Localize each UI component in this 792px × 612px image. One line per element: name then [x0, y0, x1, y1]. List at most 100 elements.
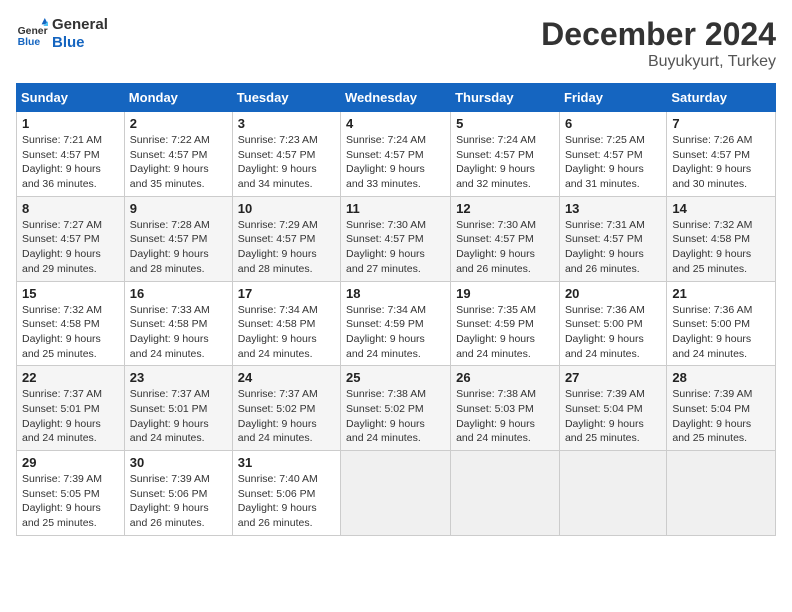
day-info: Sunrise: 7:37 AMSunset: 5:02 PMDaylight:… — [238, 387, 335, 446]
col-header-saturday: Saturday — [667, 84, 776, 112]
day-info: Sunrise: 7:23 AMSunset: 4:57 PMDaylight:… — [238, 133, 335, 192]
svg-text:Blue: Blue — [18, 37, 41, 48]
day-number: 27 — [565, 370, 661, 385]
day-info: Sunrise: 7:29 AMSunset: 4:57 PMDaylight:… — [238, 218, 335, 277]
day-cell: 18 Sunrise: 7:34 AMSunset: 4:59 PMDayligh… — [341, 281, 451, 366]
day-cell: 6 Sunrise: 7:25 AMSunset: 4:57 PMDaylight… — [559, 112, 666, 197]
day-cell — [667, 451, 776, 536]
day-cell: 15 Sunrise: 7:32 AMSunset: 4:58 PMDayligh… — [17, 281, 125, 366]
col-header-wednesday: Wednesday — [341, 84, 451, 112]
day-number: 28 — [672, 370, 770, 385]
day-info: Sunrise: 7:38 AMSunset: 5:02 PMDaylight:… — [346, 387, 445, 446]
day-info: Sunrise: 7:37 AMSunset: 5:01 PMDaylight:… — [130, 387, 227, 446]
day-number: 24 — [238, 370, 335, 385]
day-cell: 4 Sunrise: 7:24 AMSunset: 4:57 PMDaylight… — [341, 112, 451, 197]
day-info: Sunrise: 7:37 AMSunset: 5:01 PMDaylight:… — [22, 387, 119, 446]
logo-icon: General Blue — [16, 18, 48, 50]
day-number: 14 — [672, 201, 770, 216]
day-number: 13 — [565, 201, 661, 216]
day-cell: 17 Sunrise: 7:34 AMSunset: 4:58 PMDayligh… — [232, 281, 340, 366]
day-cell: 31 Sunrise: 7:40 AMSunset: 5:06 PMDayligh… — [232, 451, 340, 536]
day-info: Sunrise: 7:33 AMSunset: 4:58 PMDaylight:… — [130, 303, 227, 362]
day-number: 18 — [346, 286, 445, 301]
col-header-tuesday: Tuesday — [232, 84, 340, 112]
day-cell: 26 Sunrise: 7:38 AMSunset: 5:03 PMDayligh… — [451, 366, 560, 451]
day-info: Sunrise: 7:32 AMSunset: 4:58 PMDaylight:… — [22, 303, 119, 362]
day-cell: 16 Sunrise: 7:33 AMSunset: 4:58 PMDayligh… — [124, 281, 232, 366]
day-info: Sunrise: 7:25 AMSunset: 4:57 PMDaylight:… — [565, 133, 661, 192]
day-number: 19 — [456, 286, 554, 301]
day-cell: 8Sunrise: 7:27 AMSunset: 4:57 PMDaylight… — [17, 196, 125, 281]
day-info: Sunrise: 7:27 AMSunset: 4:57 PMDaylight:… — [22, 218, 119, 277]
day-number: 11 — [346, 201, 445, 216]
week-row: 29 Sunrise: 7:39 AMSunset: 5:05 PMDayligh… — [17, 451, 776, 536]
week-row: 15 Sunrise: 7:32 AMSunset: 4:58 PMDayligh… — [17, 281, 776, 366]
day-info: Sunrise: 7:31 AMSunset: 4:57 PMDaylight:… — [565, 218, 661, 277]
day-cell: 10 Sunrise: 7:29 AMSunset: 4:57 PMDayligh… — [232, 196, 340, 281]
logo-line1: General — [52, 16, 108, 34]
day-number: 2 — [130, 116, 227, 131]
day-cell: 20Sunrise: 7:36 AMSunset: 5:00 PMDayligh… — [559, 281, 666, 366]
day-cell: 7Sunrise: 7:26 AMSunset: 4:57 PMDaylight… — [667, 112, 776, 197]
logo-line2: Blue — [52, 34, 108, 52]
title-area: December 2024 Buyukyurt, Turkey — [541, 16, 776, 71]
day-cell: 1 Sunrise: 7:21 AMSunset: 4:57 PMDaylight… — [17, 112, 125, 197]
day-number: 6 — [565, 116, 661, 131]
svg-text:General: General — [18, 26, 48, 37]
day-info: Sunrise: 7:39 AMSunset: 5:04 PMDaylight:… — [672, 387, 770, 446]
day-cell: 23 Sunrise: 7:37 AMSunset: 5:01 PMDayligh… — [124, 366, 232, 451]
day-cell: 22 Sunrise: 7:37 AMSunset: 5:01 PMDayligh… — [17, 366, 125, 451]
day-cell: 14Sunrise: 7:32 AMSunset: 4:58 PMDayligh… — [667, 196, 776, 281]
day-info: Sunrise: 7:24 AMSunset: 4:57 PMDaylight:… — [346, 133, 445, 192]
day-info: Sunrise: 7:21 AMSunset: 4:57 PMDaylight:… — [22, 133, 119, 192]
day-number: 21 — [672, 286, 770, 301]
week-row: 22 Sunrise: 7:37 AMSunset: 5:01 PMDayligh… — [17, 366, 776, 451]
day-number: 22 — [22, 370, 119, 385]
day-number: 16 — [130, 286, 227, 301]
day-number: 5 — [456, 116, 554, 131]
col-header-monday: Monday — [124, 84, 232, 112]
day-info: Sunrise: 7:36 AMSunset: 5:00 PMDaylight:… — [565, 303, 661, 362]
logo: General Blue General Blue — [16, 16, 108, 52]
day-number: 4 — [346, 116, 445, 131]
day-info: Sunrise: 7:40 AMSunset: 5:06 PMDaylight:… — [238, 472, 335, 531]
day-cell — [341, 451, 451, 536]
day-number: 25 — [346, 370, 445, 385]
day-cell: 28 Sunrise: 7:39 AMSunset: 5:04 PMDayligh… — [667, 366, 776, 451]
main-title: December 2024 — [541, 16, 776, 53]
col-header-thursday: Thursday — [451, 84, 560, 112]
day-cell: 12Sunrise: 7:30 AMSunset: 4:57 PMDayligh… — [451, 196, 560, 281]
day-info: Sunrise: 7:34 AMSunset: 4:58 PMDaylight:… — [238, 303, 335, 362]
day-info: Sunrise: 7:35 AMSunset: 4:59 PMDaylight:… — [456, 303, 554, 362]
day-info: Sunrise: 7:39 AMSunset: 5:04 PMDaylight:… — [565, 387, 661, 446]
day-cell — [559, 451, 666, 536]
day-info: Sunrise: 7:39 AMSunset: 5:05 PMDaylight:… — [22, 472, 119, 531]
day-info: Sunrise: 7:38 AMSunset: 5:03 PMDaylight:… — [456, 387, 554, 446]
week-row: 1 Sunrise: 7:21 AMSunset: 4:57 PMDaylight… — [17, 112, 776, 197]
day-info: Sunrise: 7:36 AMSunset: 5:00 PMDaylight:… — [672, 303, 770, 362]
subtitle: Buyukyurt, Turkey — [541, 53, 776, 71]
day-cell: 21 Sunrise: 7:36 AMSunset: 5:00 PMDayligh… — [667, 281, 776, 366]
day-number: 29 — [22, 455, 119, 470]
day-number: 31 — [238, 455, 335, 470]
col-header-friday: Friday — [559, 84, 666, 112]
day-number: 26 — [456, 370, 554, 385]
day-number: 7 — [672, 116, 770, 131]
day-cell: 11Sunrise: 7:30 AMSunset: 4:57 PMDayligh… — [341, 196, 451, 281]
day-number: 17 — [238, 286, 335, 301]
day-number: 12 — [456, 201, 554, 216]
day-number: 1 — [22, 116, 119, 131]
day-cell: 25 Sunrise: 7:38 AMSunset: 5:02 PMDayligh… — [341, 366, 451, 451]
day-cell: 19 Sunrise: 7:35 AMSunset: 4:59 PMDayligh… — [451, 281, 560, 366]
day-info: Sunrise: 7:39 AMSunset: 5:06 PMDaylight:… — [130, 472, 227, 531]
day-number: 9 — [130, 201, 227, 216]
day-number: 10 — [238, 201, 335, 216]
day-cell: 5Sunrise: 7:24 AMSunset: 4:57 PMDaylight… — [451, 112, 560, 197]
day-info: Sunrise: 7:28 AMSunset: 4:57 PMDaylight:… — [130, 218, 227, 277]
day-number: 23 — [130, 370, 227, 385]
day-number: 15 — [22, 286, 119, 301]
day-info: Sunrise: 7:22 AMSunset: 4:57 PMDaylight:… — [130, 133, 227, 192]
day-info: Sunrise: 7:34 AMSunset: 4:59 PMDaylight:… — [346, 303, 445, 362]
week-row: 8Sunrise: 7:27 AMSunset: 4:57 PMDaylight… — [17, 196, 776, 281]
day-cell: 2 Sunrise: 7:22 AMSunset: 4:57 PMDaylight… — [124, 112, 232, 197]
